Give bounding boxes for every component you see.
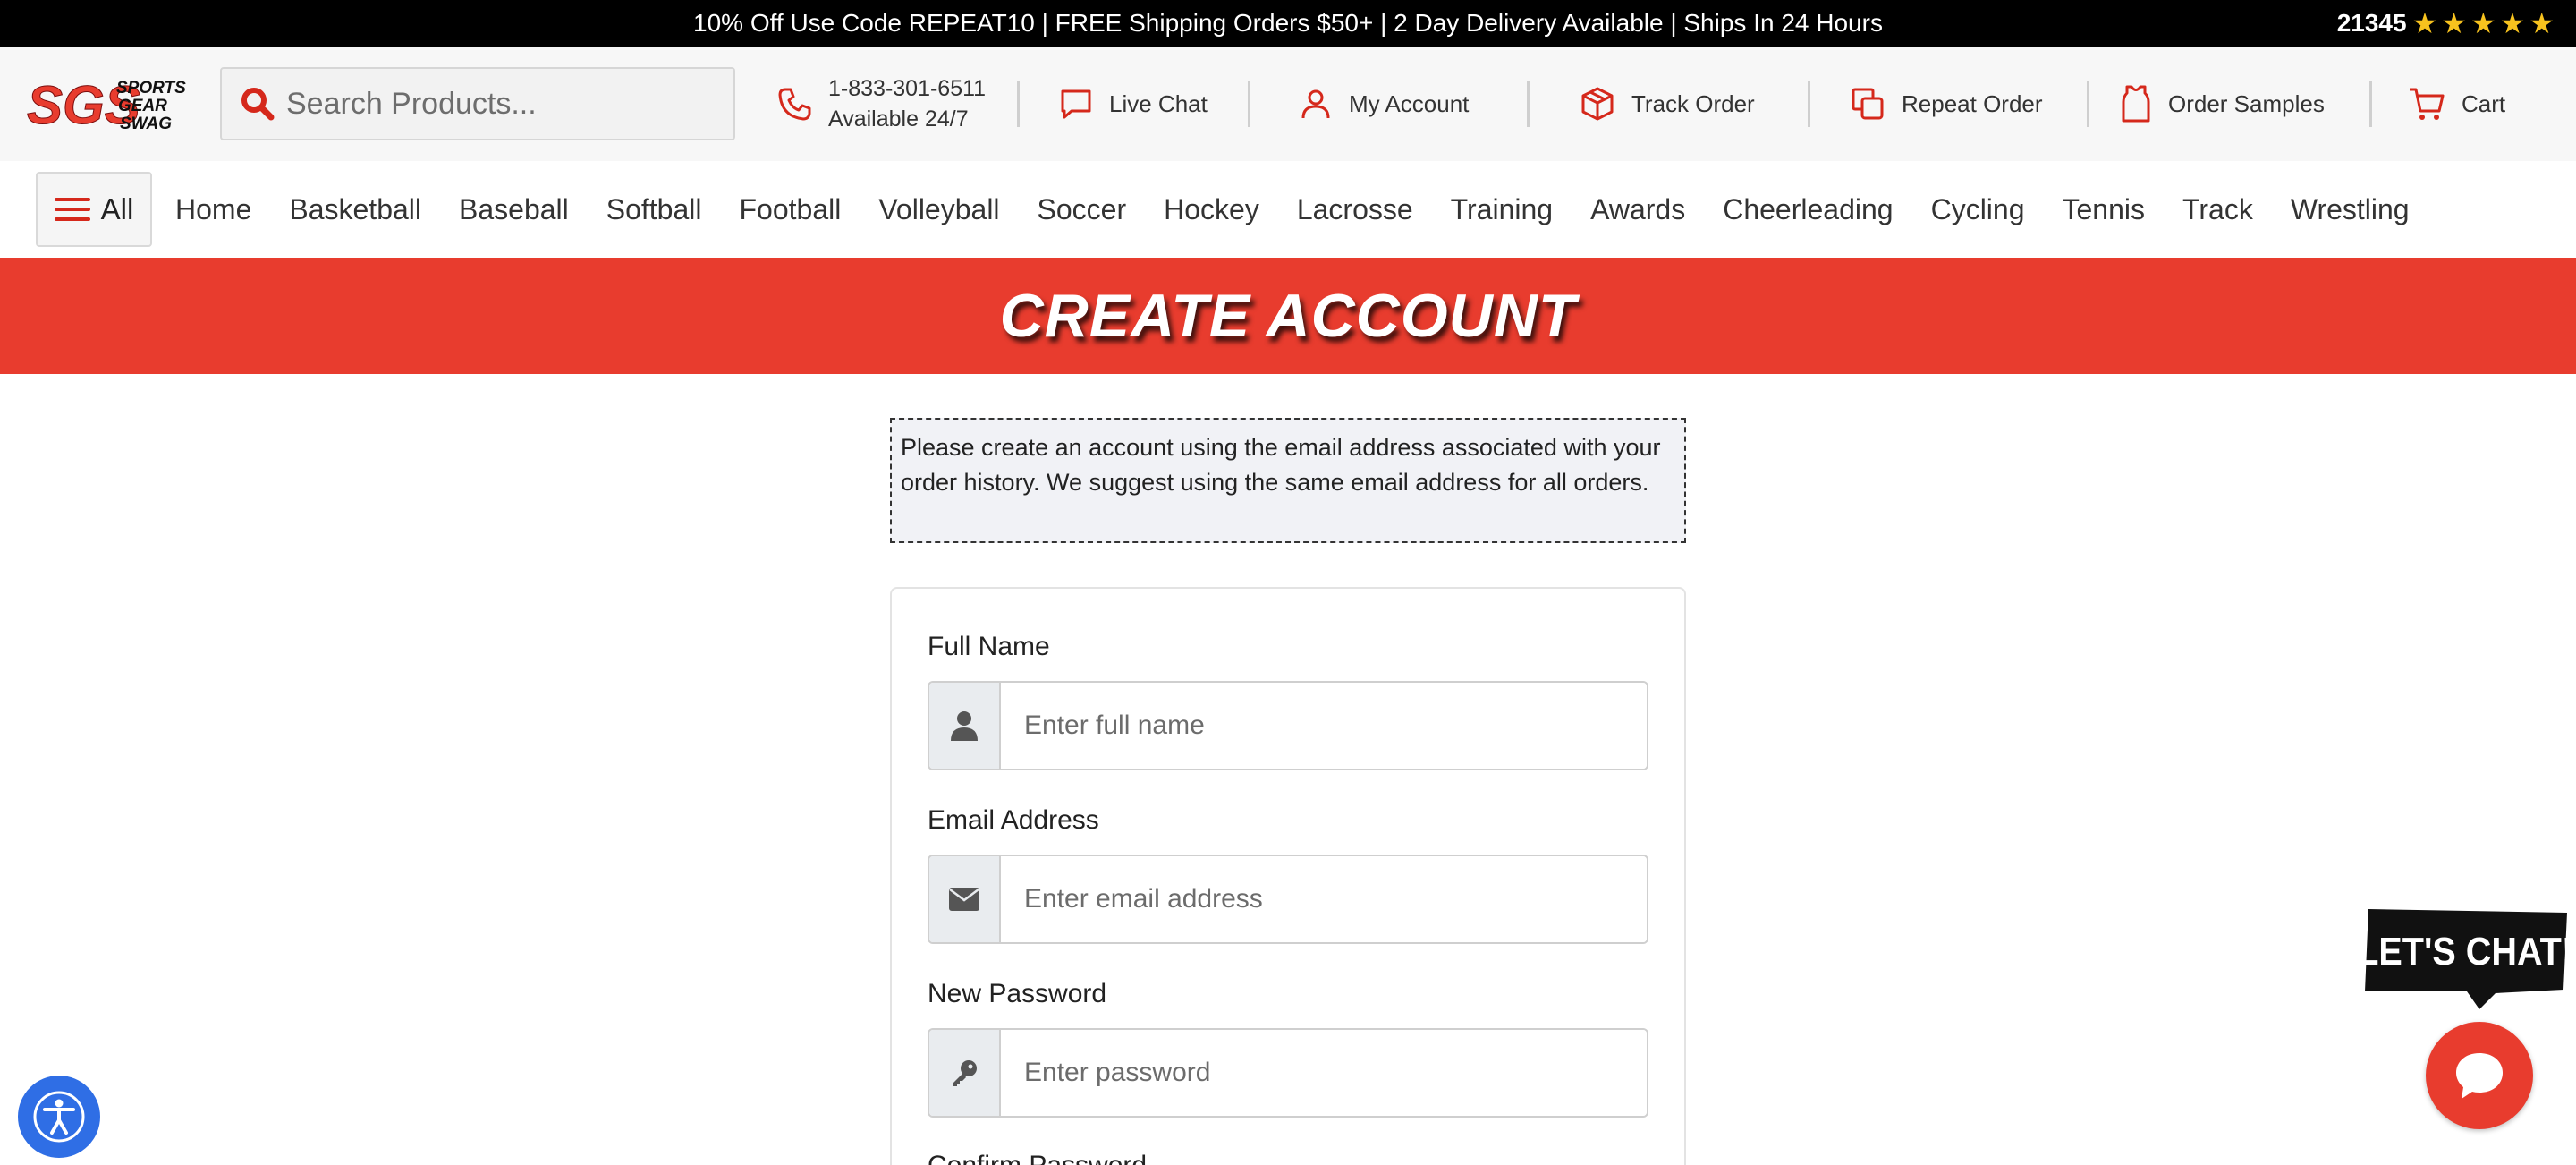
nav-cycling[interactable]: Cycling	[1931, 193, 2025, 226]
nav-football[interactable]: Football	[739, 193, 841, 226]
accessibility-icon	[33, 1091, 85, 1143]
nav-lacrosse[interactable]: Lacrosse	[1297, 193, 1413, 226]
category-links: Home Basketball Baseball Softball Footba…	[175, 161, 2410, 258]
nav-baseball[interactable]: Baseball	[459, 193, 569, 226]
nav-wrestling[interactable]: Wrestling	[2291, 193, 2410, 226]
create-account-form: Full Name Email Address New Password Con…	[890, 587, 1686, 1165]
live-chat-link[interactable]: Live Chat	[1059, 47, 1208, 161]
star-icon: ★	[2470, 7, 2496, 39]
email-group	[928, 855, 1648, 944]
nav-awards[interactable]: Awards	[1590, 193, 1685, 226]
header-divider	[1808, 81, 1810, 127]
star-rating: ★ ★ ★ ★ ★	[2412, 9, 2555, 38]
nav-home[interactable]: Home	[175, 193, 251, 226]
accessibility-button[interactable]	[18, 1076, 100, 1158]
star-icon: ★	[2441, 7, 2467, 39]
track-order-link[interactable]: Track Order	[1580, 47, 1755, 161]
my-account-link[interactable]: My Account	[1299, 47, 1469, 161]
star-icon: ★	[2499, 7, 2526, 39]
search-icon[interactable]	[240, 86, 275, 122]
repeat-order-link[interactable]: Repeat Order	[1850, 47, 2043, 161]
my-account-label: My Account	[1349, 89, 1470, 117]
cart-icon	[2410, 88, 2445, 120]
full-name-group	[928, 681, 1648, 770]
header-divider	[1017, 81, 1020, 127]
order-samples-label: Order Samples	[2168, 89, 2325, 117]
full-name-input[interactable]	[1001, 683, 1647, 769]
envelope-icon	[929, 856, 1001, 942]
sgs-logo[interactable]: SGS SPORTS GEAR SWAG	[27, 73, 206, 135]
new-password-group	[928, 1028, 1648, 1118]
key-icon	[929, 1030, 1001, 1116]
review-count: 21345	[2336, 9, 2407, 37]
nav-training[interactable]: Training	[1451, 193, 1553, 226]
nav-hockey[interactable]: Hockey	[1164, 193, 1259, 226]
user-icon	[929, 683, 1001, 769]
page-banner: CREATE ACCOUNT	[0, 258, 2576, 374]
copy-icon	[1852, 88, 1884, 120]
category-nav: All Home Basketball Baseball Softball Fo…	[0, 161, 2576, 258]
header-divider	[1248, 81, 1250, 127]
phone-number[interactable]: 1-833-301-6511	[828, 73, 986, 104]
nav-softball[interactable]: Softball	[606, 193, 702, 226]
user-icon	[1301, 89, 1330, 119]
phone-contact[interactable]: 1-833-301-6511 Available 24/7	[776, 47, 986, 161]
cart-link[interactable]: Cart	[2408, 47, 2505, 161]
nav-volleyball[interactable]: Volleyball	[878, 193, 999, 226]
chat-icon	[1061, 89, 1091, 119]
chat-bubble-icon	[2456, 1053, 2503, 1099]
logo-gear-text: GEAR	[118, 97, 167, 115]
track-order-label: Track Order	[1631, 89, 1755, 117]
nav-track[interactable]: Track	[2182, 193, 2253, 226]
star-icon: ★	[2411, 7, 2438, 39]
chat-launcher-button[interactable]	[2426, 1022, 2533, 1129]
nav-basketball[interactable]: Basketball	[289, 193, 421, 226]
star-icon: ★	[2529, 7, 2555, 39]
lets-chat-bubble[interactable]: LET'S CHAT!	[2361, 904, 2572, 1009]
all-categories-button[interactable]: All	[36, 172, 152, 247]
hamburger-icon	[54, 198, 90, 221]
header-divider	[2087, 81, 2089, 127]
box-icon	[1581, 87, 1614, 121]
lets-chat-text: LET'S CHAT!	[2361, 929, 2572, 973]
header-divider	[2369, 81, 2372, 127]
nav-cheerleading[interactable]: Cheerleading	[1723, 193, 1893, 226]
email-input[interactable]	[1001, 856, 1647, 942]
phone-icon	[778, 88, 811, 121]
new-password-label: New Password	[928, 979, 1107, 1008]
search-bar[interactable]	[220, 67, 735, 140]
logo-swag-text: SWAG	[120, 115, 172, 133]
review-summary[interactable]: 21345 ★ ★ ★ ★ ★	[2337, 0, 2555, 47]
announcement-bar: 10% Off Use Code REPEAT10 | FREE Shippin…	[0, 0, 2576, 47]
confirm-password-label: Confirm Password	[928, 1151, 1147, 1165]
cart-label: Cart	[2462, 89, 2506, 117]
search-input[interactable]	[286, 86, 716, 122]
email-label: Email Address	[928, 805, 1099, 835]
all-label: All	[100, 192, 134, 225]
phone-availability: Available 24/7	[828, 106, 969, 132]
nav-tennis[interactable]: Tennis	[2063, 193, 2146, 226]
account-notice: Please create an account using the email…	[890, 418, 1686, 543]
logo-sports-text: SPORTS	[116, 79, 186, 98]
site-header: SGS SPORTS GEAR SWAG 1-833-301-6511 Avai…	[0, 47, 2576, 161]
order-samples-link[interactable]: Order Samples	[2120, 47, 2325, 161]
nav-soccer[interactable]: Soccer	[1038, 193, 1127, 226]
repeat-order-label: Repeat Order	[1902, 89, 2043, 117]
full-name-label: Full Name	[928, 632, 1050, 661]
new-password-input[interactable]	[1001, 1030, 1647, 1116]
announcement-text: 10% Off Use Code REPEAT10 | FREE Shippin…	[693, 9, 1883, 37]
page-title: CREATE ACCOUNT	[999, 282, 1577, 350]
header-divider	[1527, 81, 1530, 127]
live-chat-label: Live Chat	[1109, 89, 1208, 117]
jersey-icon	[2122, 85, 2150, 123]
